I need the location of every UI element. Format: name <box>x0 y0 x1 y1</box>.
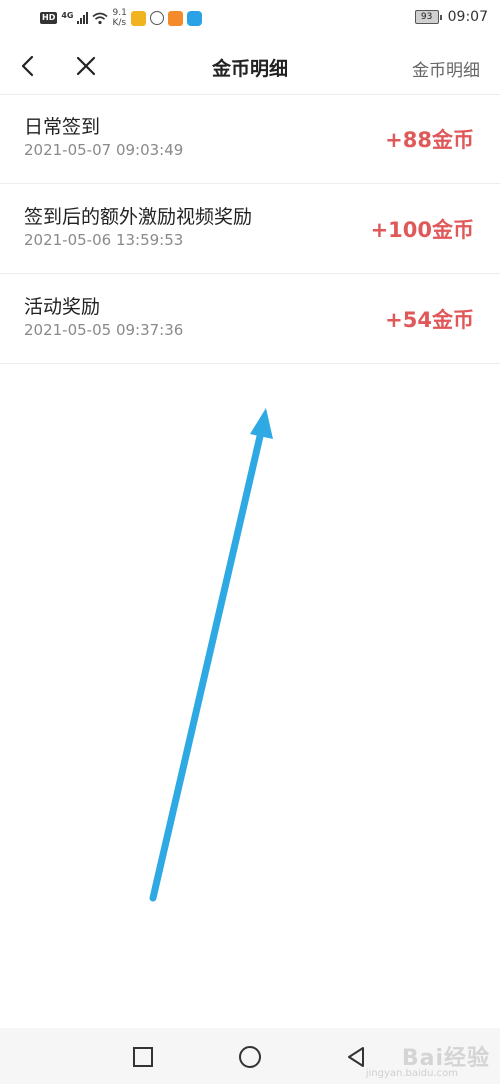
record-time: 2021-05-07 09:03:49 <box>24 141 184 159</box>
close-button[interactable] <box>72 52 100 80</box>
assistant-app-icon <box>186 10 202 26</box>
list-item[interactable]: 活动奖励 2021-05-05 09:37:36 +54金币 <box>0 274 500 364</box>
circle-icon <box>239 1046 261 1068</box>
watermark-url: jingyan.baidu.com <box>365 1068 458 1079</box>
status-left: HD 4G 9.1 K/s <box>40 8 202 28</box>
video-app-icon <box>167 10 183 26</box>
net-speed-value: 9.1 <box>112 8 127 18</box>
record-time: 2021-05-06 13:59:53 <box>24 231 184 249</box>
nav-bar: 金币明细 金币明细 <box>0 38 500 95</box>
record-amount: +88金币 <box>385 128 474 152</box>
record-title: 活动奖励 <box>24 296 101 318</box>
status-right: 93 09:07 <box>414 9 488 25</box>
clock: 09:07 <box>447 9 488 25</box>
system-back-button[interactable] <box>343 1044 369 1070</box>
system-nav-bar: Bai经验 jingyan.baidu.com <box>0 1028 500 1084</box>
screen: HD 4G 9.1 K/s 93 09:07 金币明细 金币明细 日常签到 20… <box>0 0 500 1084</box>
record-time: 2021-05-05 09:37:36 <box>24 321 184 339</box>
coin-detail-link[interactable]: 金币明细 <box>412 56 480 81</box>
hd-badge: HD <box>40 12 58 24</box>
net-speed: 9.1 K/s <box>112 8 126 28</box>
home-button[interactable] <box>237 1044 263 1070</box>
list-item[interactable]: 签到后的额外激励视频奖励 2021-05-06 13:59:53 +100金币 <box>0 184 500 274</box>
signal-icon <box>77 12 89 24</box>
battery-level: 93 <box>414 10 439 24</box>
page-title: 金币明细 <box>211 58 288 80</box>
record-title: 日常签到 <box>24 116 101 138</box>
back-button[interactable] <box>14 52 42 80</box>
chevron-left-icon <box>21 55 34 77</box>
recent-apps-button[interactable] <box>130 1044 156 1070</box>
record-title: 签到后的额外激励视频奖励 <box>24 206 253 228</box>
battery-icon: 93 <box>414 10 442 24</box>
record-amount: +54金币 <box>385 308 474 332</box>
browser-app-icon <box>149 11 164 25</box>
close-icon <box>76 56 96 76</box>
record-amount: +100金币 <box>370 218 474 242</box>
network-type: 4G <box>61 10 74 20</box>
coin-record-list: 日常签到 2021-05-07 09:03:49 +88金币 签到后的额外激励视… <box>0 94 500 364</box>
triangle-back-icon <box>348 1047 364 1067</box>
news-app-icon <box>130 10 146 26</box>
net-speed-unit: K/s <box>112 18 127 28</box>
square-icon <box>133 1047 153 1067</box>
list-item[interactable]: 日常签到 2021-05-07 09:03:49 +88金币 <box>0 94 500 184</box>
status-bar: HD 4G 9.1 K/s 93 09:07 <box>0 0 500 38</box>
wifi-icon <box>92 12 109 24</box>
